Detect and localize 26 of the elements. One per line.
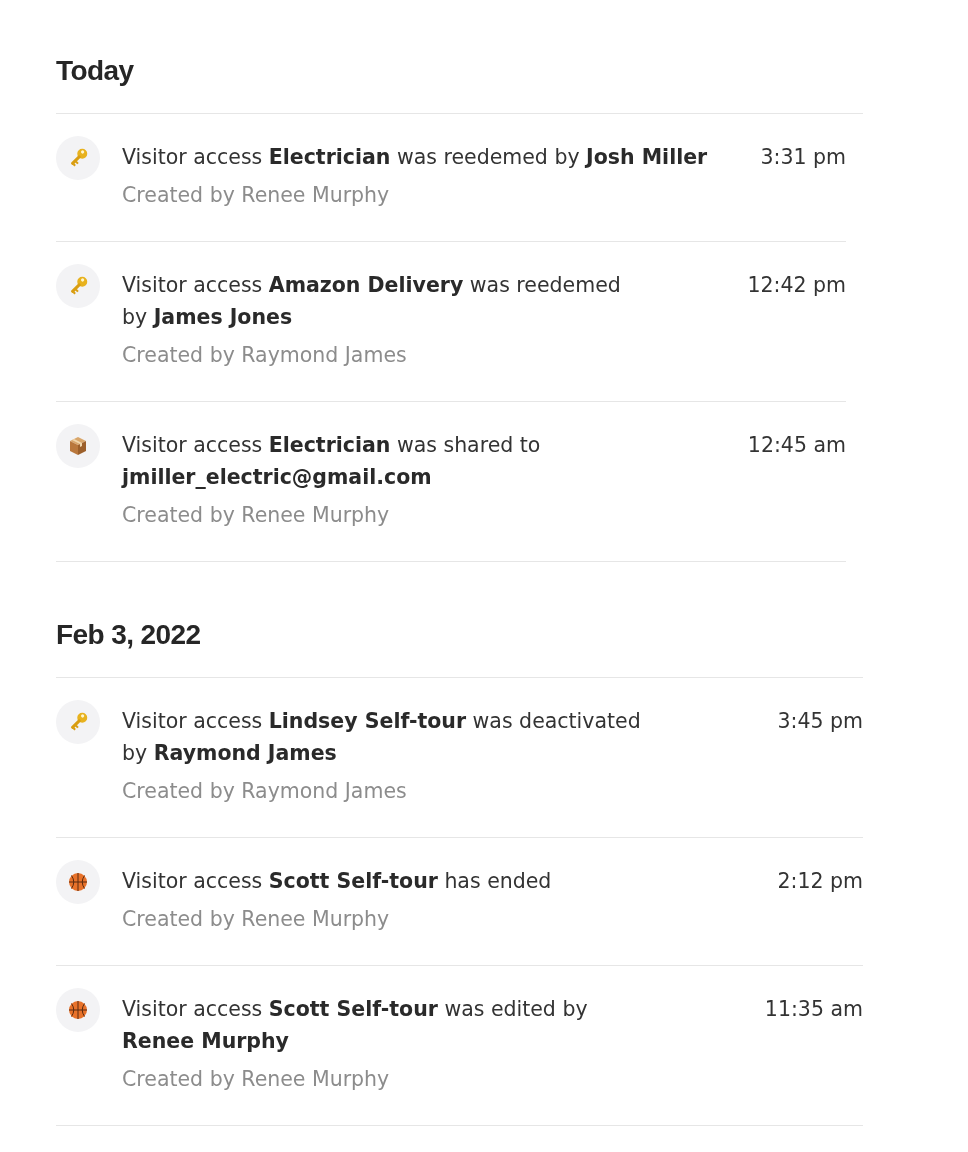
- section-heading: Feb 3, 2022: [56, 619, 863, 678]
- event-message: Visitor access Amazon Delivery was reedemed by James Jones: [122, 272, 622, 331]
- event-time: 12:42 pm: [747, 272, 846, 299]
- key-icon: [56, 136, 100, 180]
- event-creator: Created by Renee Murphy: [122, 1066, 391, 1093]
- key-icon: [56, 264, 100, 308]
- event-creator: Created by Raymond James: [122, 778, 408, 805]
- section-heading: Today: [56, 55, 863, 114]
- key-icon: [56, 700, 100, 744]
- box-icon: [56, 424, 100, 468]
- event-time: 12:45 am: [747, 432, 846, 459]
- event-time: 11:35 am: [764, 996, 863, 1023]
- event-message: Visitor access Scott Self-tour was edited by Renee Murphy: [122, 996, 589, 1055]
- basketball-icon: [56, 860, 100, 904]
- event-time: 2:12 pm: [777, 868, 863, 895]
- event-creator: Created by Renee Murphy: [122, 182, 391, 209]
- event-time: 3:45 pm: [777, 708, 863, 735]
- event-creator: Created by Renee Murphy: [122, 906, 391, 933]
- event-message: Visitor access Electrician was reedemed by Josh Miller: [122, 144, 709, 171]
- event-message: Visitor access Scott Self-tour has ended: [122, 868, 553, 895]
- event-message: Visitor access Lindsey Self-tour was deactivated by Raymond James: [122, 708, 642, 767]
- event-time: 3:31 pm: [760, 144, 846, 171]
- event-creator: Created by Raymond James: [122, 342, 408, 369]
- basketball-icon: [56, 988, 100, 1032]
- event-creator: Created by Renee Murphy: [122, 502, 391, 529]
- event-message: Visitor access Electrician was shared to jmiller_electric@gmail.com: [122, 432, 542, 491]
